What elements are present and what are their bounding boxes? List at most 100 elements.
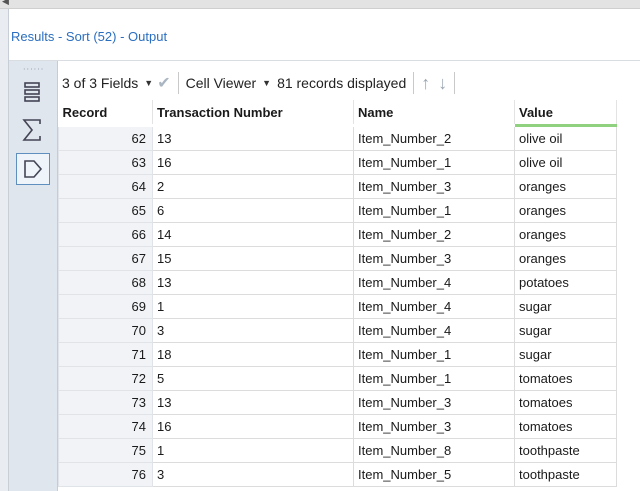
table-row[interactable]: 76 3 Item_Number_5 toothpaste bbox=[58, 462, 617, 487]
column-header-name[interactable]: Name bbox=[353, 100, 515, 127]
value-cell[interactable]: olive oil bbox=[514, 150, 617, 175]
value-cell[interactable]: oranges bbox=[514, 174, 617, 199]
output-tag-button[interactable] bbox=[16, 153, 50, 185]
table-view-button[interactable] bbox=[16, 77, 48, 107]
value-cell[interactable]: toothpaste bbox=[514, 438, 617, 463]
record-cell[interactable]: 71 bbox=[58, 342, 153, 367]
value-cell[interactable]: sugar bbox=[514, 294, 617, 319]
summary-button[interactable] bbox=[16, 115, 48, 145]
table-row[interactable]: 70 3 Item_Number_4 sugar bbox=[58, 318, 617, 343]
name-cell[interactable]: Item_Number_3 bbox=[353, 390, 515, 415]
transaction-number-cell[interactable]: 13 bbox=[152, 390, 354, 415]
name-cell[interactable]: Item_Number_4 bbox=[353, 318, 515, 343]
transaction-number-cell[interactable]: 1 bbox=[152, 294, 354, 319]
table-row[interactable]: 62 13 Item_Number_2 olive oil bbox=[58, 125, 617, 151]
toolbar-separator bbox=[454, 72, 456, 94]
name-cell[interactable]: Item_Number_8 bbox=[353, 438, 515, 463]
table-row[interactable]: 74 16 Item_Number_3 tomatoes bbox=[58, 414, 617, 439]
top-scrollbar[interactable]: ◀ bbox=[0, 0, 640, 9]
column-header-transaction-number[interactable]: Transaction Number bbox=[152, 100, 354, 127]
records-count: 81 records displayed bbox=[277, 75, 407, 91]
table-row[interactable]: 69 1 Item_Number_4 sugar bbox=[58, 294, 617, 319]
scroll-left-icon[interactable]: ◀ bbox=[2, 0, 9, 7]
name-cell[interactable]: Item_Number_3 bbox=[353, 174, 515, 199]
icon-rail: ······ bbox=[9, 61, 58, 491]
value-cell[interactable]: oranges bbox=[514, 246, 617, 271]
column-header-value[interactable]: Value bbox=[514, 100, 617, 127]
value-cell[interactable]: oranges bbox=[514, 198, 617, 223]
value-cell[interactable]: sugar bbox=[514, 342, 617, 367]
results-grid[interactable]: Record Transaction Number Name Value 62 1… bbox=[58, 100, 622, 491]
arrow-down-icon[interactable]: ↓ bbox=[438, 73, 447, 94]
results-header: Results - Sort (52) - Output bbox=[9, 10, 640, 61]
record-cell[interactable]: 69 bbox=[58, 294, 153, 319]
name-cell[interactable]: Item_Number_5 bbox=[353, 462, 515, 487]
table-row[interactable]: 73 13 Item_Number_3 tomatoes bbox=[58, 390, 617, 415]
name-cell[interactable]: Item_Number_3 bbox=[353, 414, 515, 439]
toolbar-separator bbox=[413, 72, 415, 94]
transaction-number-cell[interactable]: 16 bbox=[152, 414, 354, 439]
record-cell[interactable]: 74 bbox=[58, 414, 153, 439]
transaction-number-cell[interactable]: 3 bbox=[152, 462, 354, 487]
record-cell[interactable]: 72 bbox=[58, 366, 153, 391]
value-cell[interactable]: potatoes bbox=[514, 270, 617, 295]
record-cell[interactable]: 63 bbox=[58, 150, 153, 175]
value-cell[interactable]: tomatoes bbox=[514, 366, 617, 391]
table-row[interactable]: 71 18 Item_Number_1 sugar bbox=[58, 342, 617, 367]
name-cell[interactable]: Item_Number_2 bbox=[353, 125, 515, 151]
table-row[interactable]: 72 5 Item_Number_1 tomatoes bbox=[58, 366, 617, 391]
data-table: Record Transaction Number Name Value 62 1… bbox=[58, 100, 617, 487]
record-cell[interactable]: 75 bbox=[58, 438, 153, 463]
value-cell[interactable]: toothpaste bbox=[514, 462, 617, 487]
fields-dropdown[interactable]: 3 of 3 Fields ▼ bbox=[62, 70, 153, 96]
record-cell[interactable]: 64 bbox=[58, 174, 153, 199]
name-cell[interactable]: Item_Number_3 bbox=[353, 246, 515, 271]
transaction-number-cell[interactable]: 14 bbox=[152, 222, 354, 247]
transaction-number-cell[interactable]: 15 bbox=[152, 246, 354, 271]
cell-viewer-dropdown[interactable]: Cell Viewer ▼ bbox=[186, 70, 271, 96]
transaction-number-cell[interactable]: 5 bbox=[152, 366, 354, 391]
header-row: Record Transaction Number Name Value bbox=[58, 100, 617, 127]
table-row[interactable]: 63 16 Item_Number_1 olive oil bbox=[58, 150, 617, 175]
checkmark-icon[interactable]: ✔ bbox=[157, 73, 170, 93]
table-row[interactable]: 64 2 Item_Number_3 oranges bbox=[58, 174, 617, 199]
table-row[interactable]: 66 14 Item_Number_2 oranges bbox=[58, 222, 617, 247]
value-cell[interactable]: sugar bbox=[514, 318, 617, 343]
arrow-up-icon[interactable]: ↑ bbox=[421, 73, 430, 94]
record-cell[interactable]: 66 bbox=[58, 222, 153, 247]
record-cell[interactable]: 73 bbox=[58, 390, 153, 415]
table-row[interactable]: 75 1 Item_Number_8 toothpaste bbox=[58, 438, 617, 463]
transaction-number-cell[interactable]: 13 bbox=[152, 125, 354, 151]
transaction-number-cell[interactable]: 2 bbox=[152, 174, 354, 199]
record-cell[interactable]: 76 bbox=[58, 462, 153, 487]
record-cell[interactable]: 62 bbox=[58, 125, 153, 151]
transaction-number-cell[interactable]: 16 bbox=[152, 150, 354, 175]
record-cell[interactable]: 68 bbox=[58, 270, 153, 295]
record-cell[interactable]: 70 bbox=[58, 318, 153, 343]
transaction-number-cell[interactable]: 18 bbox=[152, 342, 354, 367]
value-cell[interactable]: olive oil bbox=[514, 125, 617, 151]
grip-dots[interactable]: ······ bbox=[23, 65, 44, 74]
name-cell[interactable]: Item_Number_2 bbox=[353, 222, 515, 247]
table-row[interactable]: 68 13 Item_Number_4 potatoes bbox=[58, 270, 617, 295]
table-row[interactable]: 67 15 Item_Number_3 oranges bbox=[58, 246, 617, 271]
transaction-number-cell[interactable]: 1 bbox=[152, 438, 354, 463]
transaction-number-cell[interactable]: 6 bbox=[152, 198, 354, 223]
transaction-number-cell[interactable]: 3 bbox=[152, 318, 354, 343]
name-cell[interactable]: Item_Number_1 bbox=[353, 366, 515, 391]
table-row[interactable]: 65 6 Item_Number_1 oranges bbox=[58, 198, 617, 223]
name-cell[interactable]: Item_Number_1 bbox=[353, 342, 515, 367]
value-cell[interactable]: oranges bbox=[514, 222, 617, 247]
value-cell[interactable]: tomatoes bbox=[514, 414, 617, 439]
column-header-record[interactable]: Record bbox=[58, 100, 153, 127]
record-cell[interactable]: 65 bbox=[58, 198, 153, 223]
name-cell[interactable]: Item_Number_4 bbox=[353, 294, 515, 319]
name-cell[interactable]: Item_Number_4 bbox=[353, 270, 515, 295]
record-cell[interactable]: 67 bbox=[58, 246, 153, 271]
transaction-number-cell[interactable]: 13 bbox=[152, 270, 354, 295]
sigma-icon bbox=[22, 119, 41, 141]
value-cell[interactable]: tomatoes bbox=[514, 390, 617, 415]
tag-icon bbox=[24, 160, 43, 178]
name-cell[interactable]: Item_Number_1 bbox=[353, 198, 515, 223]
name-cell[interactable]: Item_Number_1 bbox=[353, 150, 515, 175]
